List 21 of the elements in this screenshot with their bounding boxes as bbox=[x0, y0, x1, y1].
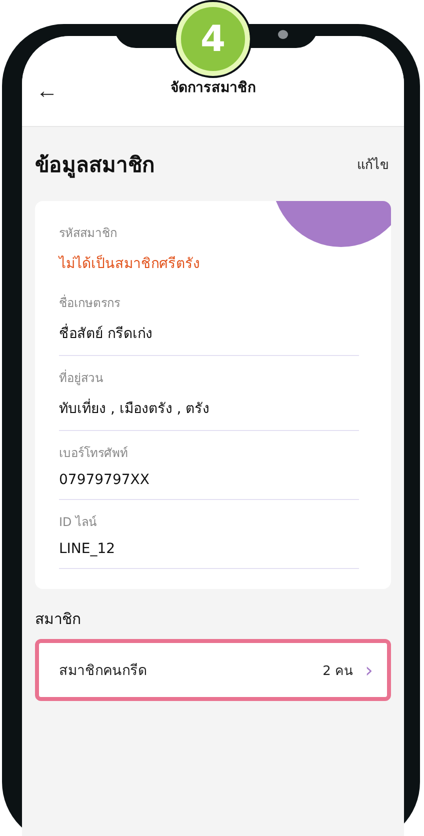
edit-link[interactable]: แก้ไข bbox=[357, 154, 389, 174]
step-badge: 4 bbox=[176, 2, 250, 76]
field-value: LINE_12 bbox=[59, 531, 359, 569]
screen-title: จัดการสมาชิก bbox=[170, 79, 256, 98]
field-value: ไม่ได้เป็นสมาชิกศรีตรัง bbox=[59, 254, 201, 274]
members-count: 2 คน bbox=[322, 662, 353, 680]
members-heading: สมาชิก bbox=[35, 609, 82, 630]
members-row[interactable]: สมาชิกคนกรีด 2 คน › bbox=[35, 639, 391, 701]
field-label: ที่อยู่สวน bbox=[59, 368, 104, 387]
members-label: สมาชิกคนกรีด bbox=[59, 662, 148, 681]
chevron-icon: › bbox=[365, 660, 373, 680]
field-label: รหัสสมาชิก bbox=[59, 225, 118, 242]
field-label: เบอร์โทรศัพท์ bbox=[59, 445, 129, 462]
field-value: 07979797XX bbox=[59, 462, 359, 500]
field-label: ID ไลน์ bbox=[59, 514, 98, 531]
camera-icon bbox=[278, 30, 288, 39]
section-title: ข้อมูลสมาชิก bbox=[35, 152, 155, 180]
field-label: ชื่อเกษตรกร bbox=[59, 294, 121, 312]
back-button[interactable]: ← bbox=[32, 78, 62, 104]
field-value: ชื่อสัตย์ กรีดเก่ง bbox=[59, 312, 359, 356]
field-value: ทับเที่ยง , เมืองตรัง , ตรัง bbox=[59, 387, 359, 431]
